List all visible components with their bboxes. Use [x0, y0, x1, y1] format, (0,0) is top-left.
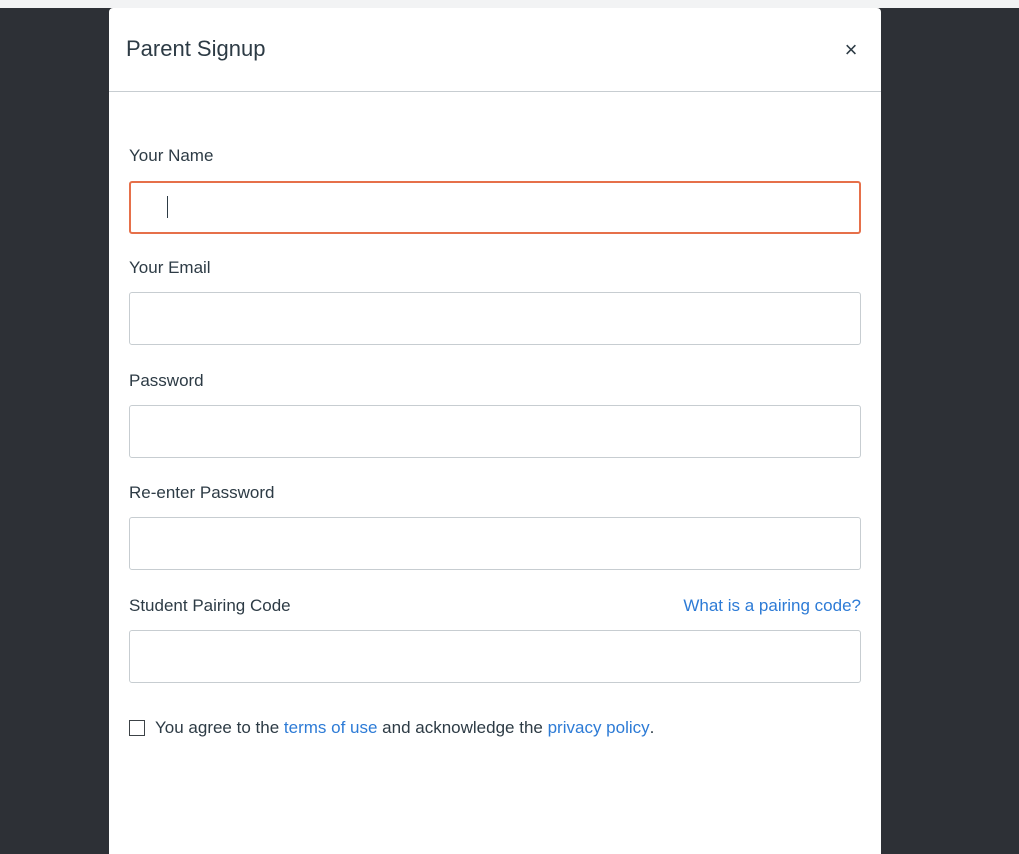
text-cursor: [167, 196, 168, 218]
pairing-code-help-link[interactable]: What is a pairing code?: [683, 596, 861, 616]
password-input[interactable]: [129, 405, 861, 458]
password-label: Password: [129, 371, 204, 390]
pairing-code-label: Student Pairing Code: [129, 596, 291, 615]
top-strip: [0, 0, 1019, 8]
agreement-prefix: You agree to the: [155, 718, 280, 737]
modal-title: Parent Signup: [126, 36, 266, 61]
password-confirm-label: Re-enter Password: [129, 483, 275, 502]
terms-of-use-link[interactable]: terms of use: [284, 718, 378, 738]
password-confirm-input[interactable]: [129, 517, 861, 570]
name-label: Your Name: [129, 146, 214, 165]
email-label: Your Email: [129, 258, 211, 277]
modal-header: Parent Signup ×: [109, 8, 881, 92]
pairing-code-input[interactable]: [129, 630, 861, 683]
name-input[interactable]: [129, 181, 861, 234]
agreement-row: You agree to the terms of use and acknow…: [129, 718, 654, 738]
agreement-suffix: .: [649, 718, 655, 737]
agreement-middle: and acknowledge the: [382, 718, 543, 737]
parent-signup-modal: Parent Signup × Your Name Your Email Pas…: [109, 8, 881, 854]
email-input[interactable]: [129, 292, 861, 345]
agree-checkbox[interactable]: [129, 720, 145, 736]
close-icon[interactable]: ×: [839, 38, 863, 62]
privacy-policy-link[interactable]: privacy policy: [548, 718, 650, 738]
